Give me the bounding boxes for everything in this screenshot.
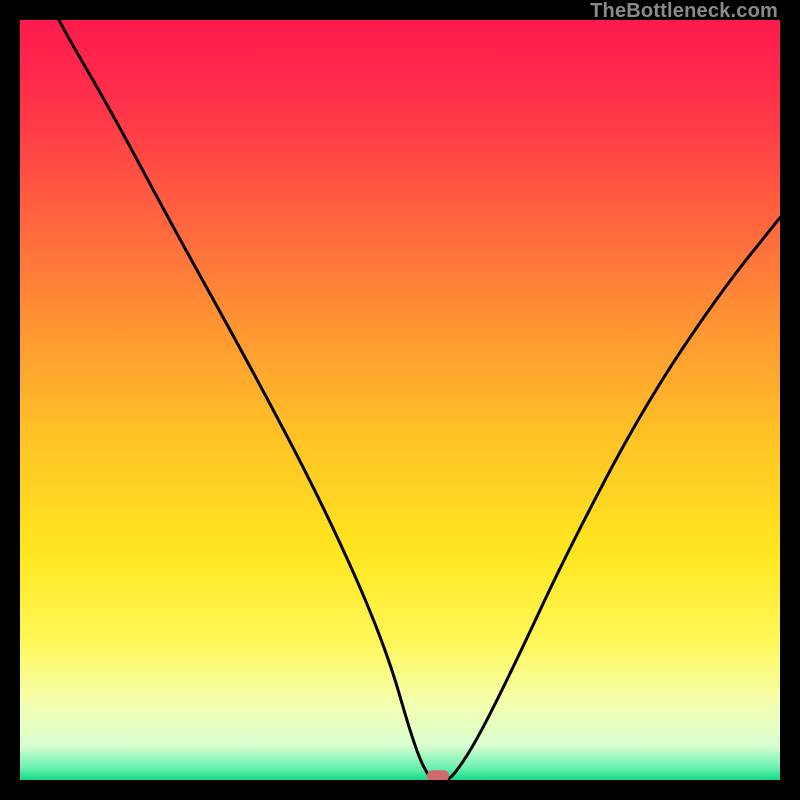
curve-layer [20, 20, 780, 780]
plot-area [20, 20, 780, 780]
bottleneck-curve [20, 20, 780, 780]
watermark-text: TheBottleneck.com [590, 0, 778, 23]
minimum-marker [427, 770, 449, 780]
chart-frame: TheBottleneck.com [0, 0, 800, 800]
